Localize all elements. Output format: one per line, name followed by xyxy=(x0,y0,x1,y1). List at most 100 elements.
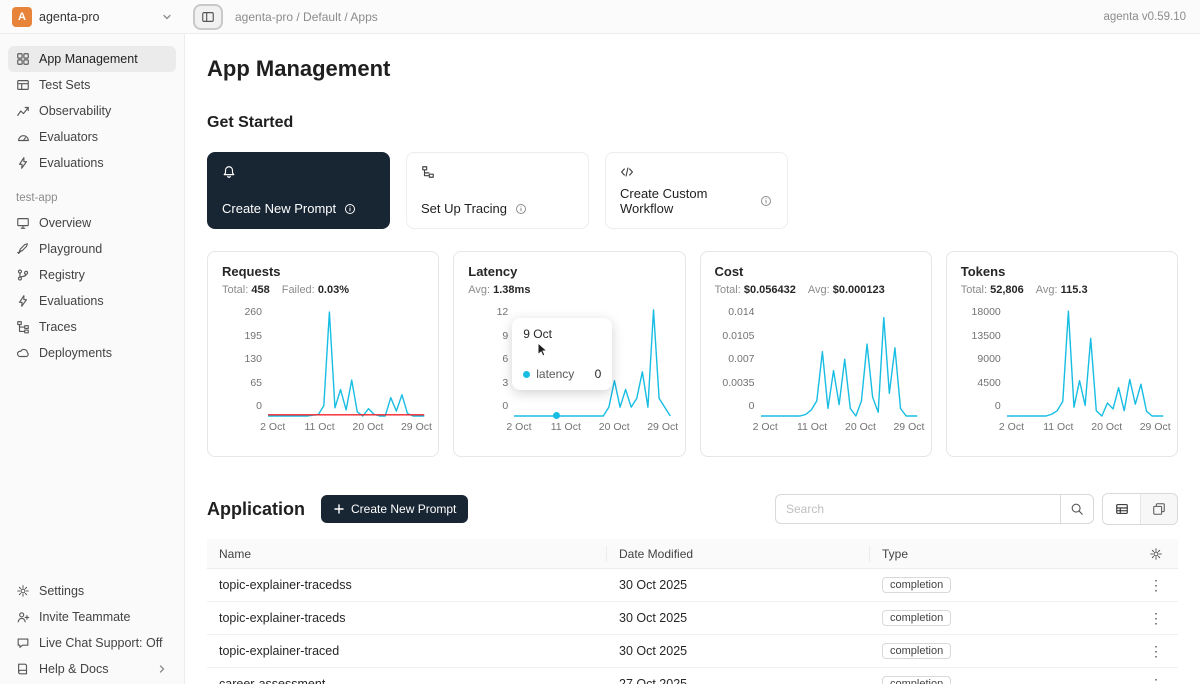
app-name: topic-explainer-traced xyxy=(207,644,607,658)
card-label: Create Custom Workflow xyxy=(620,186,752,216)
sidebar-item-test-sets[interactable]: Test Sets xyxy=(8,72,176,98)
tooltip-date: 9 Oct xyxy=(523,327,601,341)
table-row[interactable]: career-assessment 27 Oct 2025 completion… xyxy=(207,668,1178,684)
sidebar-item-deployments[interactable]: Deployments xyxy=(8,340,176,366)
sidebar-item-registry[interactable]: Registry xyxy=(8,262,176,288)
cost-chart[interactable]: 0.0140.01050.0070.00350 2 Oct11 Oct20 Oc… xyxy=(715,310,917,437)
sidebar-item-invite-teammate[interactable]: Invite Teammate xyxy=(8,604,176,630)
sidebar-item-evaluations[interactable]: Evaluations xyxy=(8,150,176,176)
sidebar-bottom: Settings Invite Teammate Live Chat Suppo… xyxy=(8,578,176,684)
book-icon xyxy=(16,662,30,676)
sidebar-item-settings[interactable]: Settings xyxy=(8,578,176,604)
metric-stats: Total: 52,806 Avg: 115.3 xyxy=(961,284,1163,296)
gauge-icon xyxy=(16,130,30,144)
table-row[interactable]: topic-explainer-traced 30 Oct 2025 compl… xyxy=(207,635,1178,668)
sidebar-item-label: Traces xyxy=(39,320,77,334)
sidebar-item-live-chat-support[interactable]: Live Chat Support: Off xyxy=(8,630,176,656)
y-axis-labels: 1800013500900045000 xyxy=(961,306,1001,412)
table-row[interactable]: topic-explainer-tracedss 30 Oct 2025 com… xyxy=(207,569,1178,602)
sidebar-item-overview[interactable]: Overview xyxy=(8,210,176,236)
create-new-prompt-button[interactable]: Create New Prompt xyxy=(321,495,468,523)
info-icon[interactable] xyxy=(515,203,528,215)
sidebar-toggle-button[interactable] xyxy=(193,4,223,30)
lightning-icon xyxy=(16,294,30,308)
metrics-row: Requests Total: 458 Failed: 0.03% 260195… xyxy=(207,251,1178,457)
card-label: Create New Prompt xyxy=(222,201,336,216)
search-button[interactable] xyxy=(1060,494,1094,524)
sidebar-item-app-management[interactable]: App Management xyxy=(8,46,176,72)
code-icon xyxy=(620,165,773,179)
card-view-button[interactable] xyxy=(1140,494,1177,524)
stat-value: $0.056432 xyxy=(744,284,796,296)
stat-value: 458 xyxy=(251,284,269,296)
stat-value: 52,806 xyxy=(990,284,1024,296)
info-icon[interactable] xyxy=(344,203,357,215)
sidebar-item-traces[interactable]: Traces xyxy=(8,314,176,340)
stat-value: 0.03% xyxy=(318,284,349,296)
stat-label: Failed: xyxy=(282,284,315,296)
sidebar-item-label: Registry xyxy=(39,268,85,282)
type-badge: completion xyxy=(882,643,951,659)
requests-chart[interactable]: 260195130650 2 Oct11 Oct20 Oct29 Oct xyxy=(222,310,424,437)
tokens-chart[interactable]: 1800013500900045000 2 Oct11 Oct20 Oct29 … xyxy=(961,310,1163,437)
sidebar-item-help-docs[interactable]: Help & Docs xyxy=(8,656,176,682)
metric-stats: Avg: 1.38ms xyxy=(468,284,670,296)
app-date-modified: 30 Oct 2025 xyxy=(607,644,870,658)
more-actions-icon[interactable]: ⋮ xyxy=(1145,610,1167,627)
page-title: App Management xyxy=(207,56,1178,82)
metric-stats: Total: 458 Failed: 0.03% xyxy=(222,284,424,296)
sidebar-item-label: App Management xyxy=(39,52,138,66)
metric-card-requests: Requests Total: 458 Failed: 0.03% 260195… xyxy=(207,251,439,457)
sidebar-item-label: Invite Teammate xyxy=(39,610,130,624)
metric-card-latency: Latency Avg: 1.38ms 129630 2 Oct11 Oct20… xyxy=(453,251,685,457)
search-input[interactable] xyxy=(775,494,1060,524)
info-icon[interactable] xyxy=(760,195,773,207)
x-axis-labels: 2 Oct11 Oct20 Oct29 Oct xyxy=(761,421,917,437)
stat-label: Avg: xyxy=(808,284,830,296)
chevron-right-icon xyxy=(156,663,168,675)
create-custom-workflow-card[interactable]: Create Custom Workflow xyxy=(605,152,788,229)
table-row[interactable]: topic-explainer-traceds 30 Oct 2025 comp… xyxy=(207,602,1178,635)
stat-value: 1.38ms xyxy=(493,284,530,296)
x-axis-labels: 2 Oct11 Oct20 Oct29 Oct xyxy=(514,421,670,437)
app-name: topic-explainer-tracedss xyxy=(207,578,607,592)
stat-label: Total: xyxy=(222,284,248,296)
monitor-icon xyxy=(16,216,30,230)
tooltip-row: latency 0 xyxy=(523,367,601,381)
sidebar-item-evaluations-app[interactable]: Evaluations xyxy=(8,288,176,314)
plus-icon xyxy=(333,503,345,515)
sidebar-item-playground[interactable]: Playground xyxy=(8,236,176,262)
applications-table: Name Date Modified Type topic-explainer-… xyxy=(207,539,1178,684)
branch-icon xyxy=(16,268,30,282)
chart-tooltip: 9 Oct latency 0 xyxy=(512,318,612,390)
table-view-button[interactable] xyxy=(1103,494,1140,524)
create-button-label: Create New Prompt xyxy=(351,502,456,516)
main-content: App Management Get Started Create New Pr… xyxy=(185,34,1200,684)
table-settings-icon[interactable] xyxy=(1149,547,1163,561)
cursor-icon xyxy=(536,342,550,357)
app-date-modified: 30 Oct 2025 xyxy=(607,578,870,592)
stat-label: Avg: xyxy=(1036,284,1058,296)
more-actions-icon[interactable]: ⋮ xyxy=(1145,643,1167,660)
more-actions-icon[interactable]: ⋮ xyxy=(1145,577,1167,594)
column-header-date-modified[interactable]: Date Modified xyxy=(607,546,870,562)
workspace-selector[interactable]: A agenta-pro xyxy=(0,7,185,27)
sidebar-item-observability[interactable]: Observability xyxy=(8,98,176,124)
sidebar-item-label: Evaluations xyxy=(39,156,104,170)
column-header-type[interactable]: Type xyxy=(870,547,1134,561)
application-header: Application Create New Prompt xyxy=(207,493,1178,525)
app-section-label: test-app xyxy=(16,192,176,204)
set-up-tracing-card[interactable]: Set Up Tracing xyxy=(406,152,589,229)
breadcrumb[interactable]: agenta-pro / Default / Apps xyxy=(235,10,378,24)
workspace-avatar: A xyxy=(12,7,32,27)
metric-stats: Total: $0.056432 Avg: $0.000123 xyxy=(715,284,917,296)
more-actions-icon[interactable]: ⋮ xyxy=(1145,676,1167,684)
cloud-icon xyxy=(16,346,30,360)
flow-icon xyxy=(16,320,30,334)
rocket-icon xyxy=(16,242,30,256)
column-header-name[interactable]: Name xyxy=(207,546,607,562)
search-icon xyxy=(1070,502,1084,516)
create-new-prompt-card[interactable]: Create New Prompt xyxy=(207,152,390,229)
bell-icon xyxy=(222,165,375,179)
sidebar-item-evaluators[interactable]: Evaluators xyxy=(8,124,176,150)
